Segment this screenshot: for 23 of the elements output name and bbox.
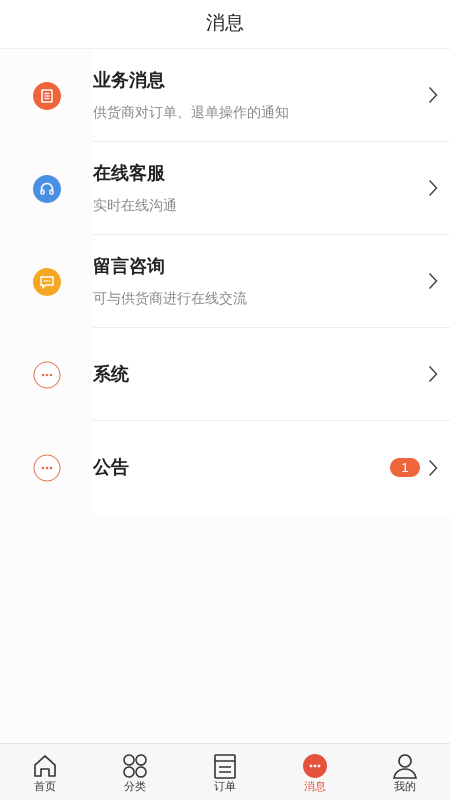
item-title: 留言咨询 (93, 255, 166, 278)
tab-bar-item[interactable]: 分类 (90, 744, 180, 800)
chevron-right-icon[interactable] (428, 272, 438, 290)
tab-bar-item[interactable]: 首页 (0, 744, 90, 800)
chevron-right-icon[interactable] (428, 365, 438, 383)
item-description: 供货商对订单、退单操作的通知 (93, 103, 290, 122)
tab-bar-item[interactable]: 订单 (180, 744, 270, 800)
chevron-right-icon[interactable] (428, 86, 438, 104)
item-title: 在线客服 (93, 162, 166, 185)
list-icon (211, 752, 239, 780)
item-description: 可与供货商进行在线交流 (93, 289, 248, 308)
item-description: 实时在线沟通 (93, 196, 178, 215)
tab-bar-item[interactable]: 我的 (360, 744, 450, 800)
item-title: 业务消息 (93, 69, 166, 92)
person-icon (391, 752, 419, 780)
chevron-right-icon[interactable] (428, 458, 438, 476)
count-badge: 1 (390, 458, 420, 477)
chat-bubble-icon (301, 752, 329, 780)
item-title: 公告 (93, 456, 130, 479)
grid-icon (121, 752, 149, 780)
page-title: 消息 (206, 12, 244, 36)
item-title: 系统 (93, 362, 130, 386)
chevron-right-icon[interactable] (428, 179, 438, 197)
